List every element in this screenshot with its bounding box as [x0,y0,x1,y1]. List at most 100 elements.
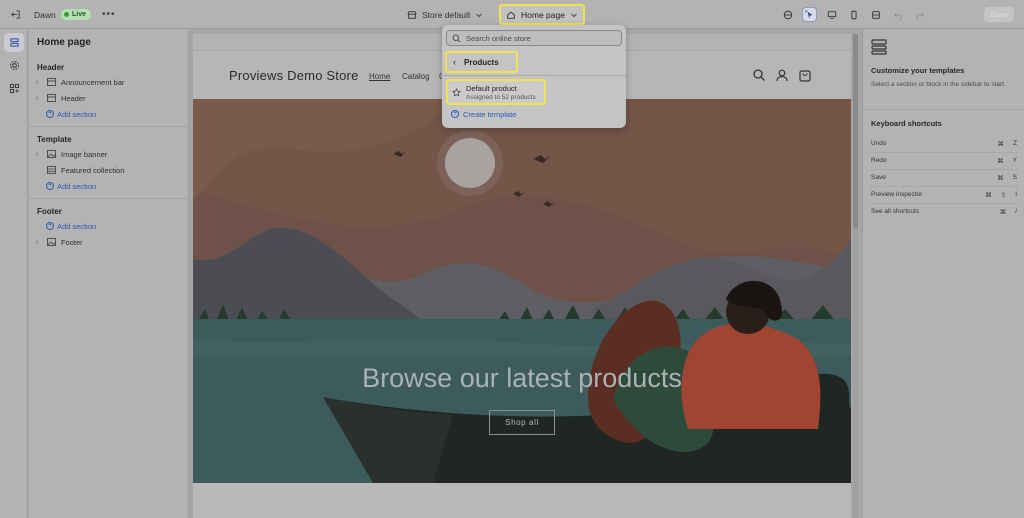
sections-icon [9,38,19,47]
sidebar-item-featured-collection[interactable]: Featured collection [36,163,124,177]
sidebar-item-image-banner[interactable]: › Image banner [36,147,107,161]
cart-icon[interactable] [798,68,812,82]
featured-collection-section[interactable] [193,483,851,518]
shop-all-button[interactable]: Shop all [489,410,555,435]
nav-catalog[interactable]: Catalog [402,72,430,81]
sidebar-item-label: Announcement bar [61,77,125,87]
page-select[interactable]: Home page [499,4,585,25]
account-icon[interactable] [775,68,789,82]
plus-circle-icon: + [46,182,54,190]
nav-home[interactable]: Home [369,72,390,81]
store-name[interactable]: Proviews Demo Store [229,68,359,83]
panel-description: Select a section or block in the sidebar… [871,81,1006,88]
shortcut-undo: Undo ⌘ Z [871,138,1017,149]
fullscreen-button[interactable] [869,8,882,21]
sidebar-item-header[interactable]: › Header [36,91,86,105]
theme-name[interactable]: Dawn [34,0,56,29]
create-template-button[interactable]: + Create template [451,109,516,119]
hero-heading[interactable]: Browse our latest products [193,363,851,394]
shortcut-label: Redo [871,157,887,164]
create-template-label: Create template [463,109,517,119]
shift-key-icon: ⇧ [1000,191,1007,199]
template-assignment: Assigned to 52 products [466,94,536,101]
chevron-right-icon[interactable]: › [36,239,46,246]
store-icon [407,10,417,19]
sidebar-item-announcement-bar[interactable]: › Announcement bar [36,75,124,89]
divider [863,109,1024,110]
add-section-label: Add section [57,181,97,191]
search-placeholder: Search online store [466,33,531,43]
redo-button[interactable] [913,8,926,21]
cursor-icon [804,9,812,18]
settings-panel: Customize your templates Select a sectio… [862,29,1024,518]
template-option-default-product[interactable]: Default product Assigned to 52 products [446,79,546,105]
divider [871,186,1017,187]
sidebar-title: Home page [37,37,91,48]
sidebar-item-label: Footer [61,237,83,247]
group-header-label: Header [37,63,65,72]
shortcut-preview-inspector: Preview inspector ⌘ ⇧ I [871,189,1017,200]
chevron-down-icon [476,13,483,17]
back-to-categories-button[interactable]: ‹ Products [445,51,518,73]
shortcut-redo: Redo ⌘ Y [871,155,1017,166]
search-icon [452,34,461,42]
sections-sidebar: Home page Header › Announcement bar › He… [29,29,189,518]
divider [871,203,1017,204]
star-icon [452,88,461,97]
sidebar-item-footer[interactable]: › Footer [36,235,83,249]
divider [29,126,189,127]
theme-settings-button[interactable] [781,8,794,21]
add-section-label: Add section [57,109,97,119]
command-key-icon: ⌘ [997,174,1004,182]
chevron-right-icon[interactable]: › [36,151,46,158]
divider [29,198,189,199]
live-dot-icon [64,12,69,17]
shortcut-key: S [1012,173,1017,181]
chevron-right-icon[interactable]: › [36,95,46,102]
plus-circle-icon: + [451,110,459,118]
gear-icon [9,61,19,70]
group-footer-label: Footer [37,207,62,216]
inspector-button[interactable] [802,7,817,22]
live-label: Live [72,11,87,18]
sections-nav-button[interactable] [4,33,24,52]
undo-button[interactable] [891,8,904,21]
search-icon[interactable] [752,68,766,82]
left-rail [0,29,28,518]
add-section-header-button[interactable]: + Add section [36,107,96,121]
shortcut-key: Z [1013,139,1017,147]
mobile-view-button[interactable] [847,8,860,21]
panel-title: Customize your templates [871,66,965,75]
add-section-template-button[interactable]: + Add section [36,179,96,193]
desktop-view-button[interactable] [825,8,838,21]
plus-circle-icon: + [46,222,54,230]
chevron-down-icon [571,13,577,17]
preview-scrollbar[interactable] [853,34,858,518]
template-selector-popover: Search online store ‹ Products Default p… [442,25,626,128]
command-key-icon: ⌘ [985,191,992,199]
toolbar-tools [781,0,926,29]
apps-nav-button[interactable] [4,79,24,98]
search-input[interactable]: Search online store [446,30,622,46]
add-section-footer-button[interactable]: + Add section [36,219,96,233]
theme-settings-nav-button[interactable] [4,56,24,75]
store-select-label: Store default [422,9,471,20]
shortcut-label: See all shortcuts [871,208,920,215]
command-key-icon: ⌘ [997,157,1004,165]
scrollbar-thumb[interactable] [853,34,858,229]
sidebar-item-label: Image banner [61,149,108,159]
chevron-right-icon[interactable]: › [36,79,46,86]
plus-circle-icon: + [46,110,54,118]
shortcut-key: I [1015,190,1017,198]
page-select-label: Home page [521,9,565,20]
shortcut-label: Save [871,174,886,181]
exit-button[interactable] [8,0,22,29]
image-banner[interactable]: Browse our latest products Shop all [193,99,851,483]
more-actions-button[interactable]: ••• [102,0,116,29]
redo-icon [915,12,924,20]
sidebar-item-label: Featured collection [61,165,125,175]
shortcut-key: Y [1012,156,1017,164]
template-layout-icon [871,39,887,55]
add-section-label: Add section [57,221,97,231]
save-button[interactable]: Save [984,7,1014,22]
